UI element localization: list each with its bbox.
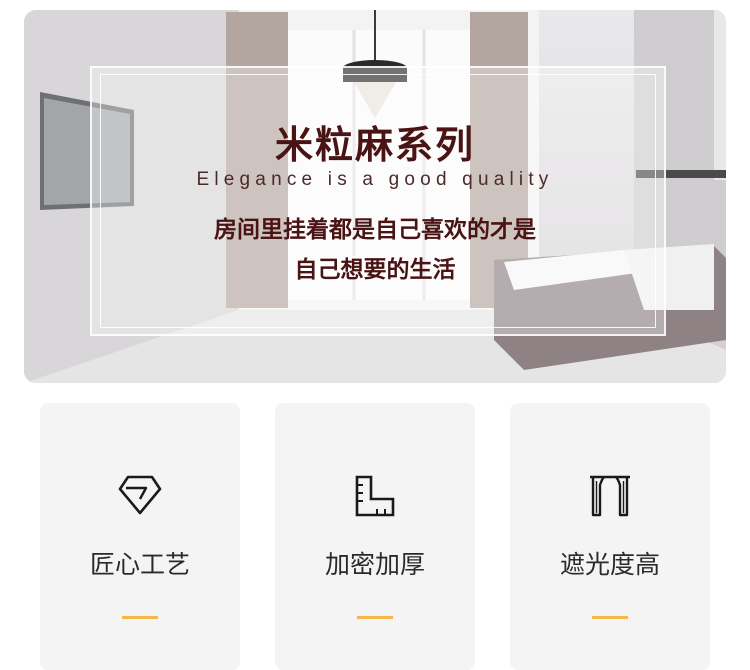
- curtain-icon: [590, 475, 630, 517]
- series-description: 房间里挂着都是自己喜欢的才是 自己想要的生活: [174, 210, 576, 290]
- accent-bar: [357, 616, 393, 619]
- series-title: 米粒麻系列: [274, 122, 475, 167]
- feature-card-thickness: 加密加厚: [275, 403, 475, 670]
- accent-bar: [122, 616, 158, 619]
- feature-label: 匠心工艺: [89, 550, 190, 579]
- hero-banner: 米粒麻系列 Elegance is a good quality 房间里挂着都是…: [24, 10, 726, 383]
- feature-card-blackout: 遮光度高: [510, 403, 710, 670]
- diamond-icon: [118, 475, 162, 515]
- description-line-1: 房间里挂着都是自己喜欢的才是: [214, 216, 536, 243]
- feature-card-craftsmanship: 匠心工艺: [40, 403, 240, 670]
- series-subtitle: Elegance is a good quality: [196, 169, 554, 190]
- feature-label: 加密加厚: [324, 550, 425, 579]
- description-line-2: 自己想要的生活: [294, 256, 456, 283]
- feature-label: 遮光度高: [559, 550, 660, 579]
- accent-bar: [592, 616, 628, 619]
- ruler-icon: [355, 475, 395, 517]
